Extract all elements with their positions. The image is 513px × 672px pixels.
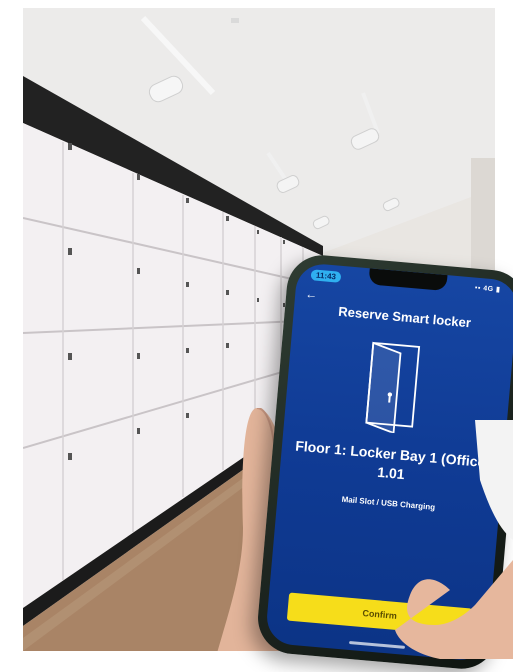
battery-icon: ▮: [493, 286, 501, 294]
status-time: 11:43: [310, 269, 342, 283]
right-hand: [395, 420, 513, 659]
back-arrow-icon[interactable]: ←: [305, 287, 318, 302]
screen-title: Reserve Smart locker: [337, 303, 472, 331]
status-network: ▪▪ 4G ▮: [475, 284, 501, 294]
